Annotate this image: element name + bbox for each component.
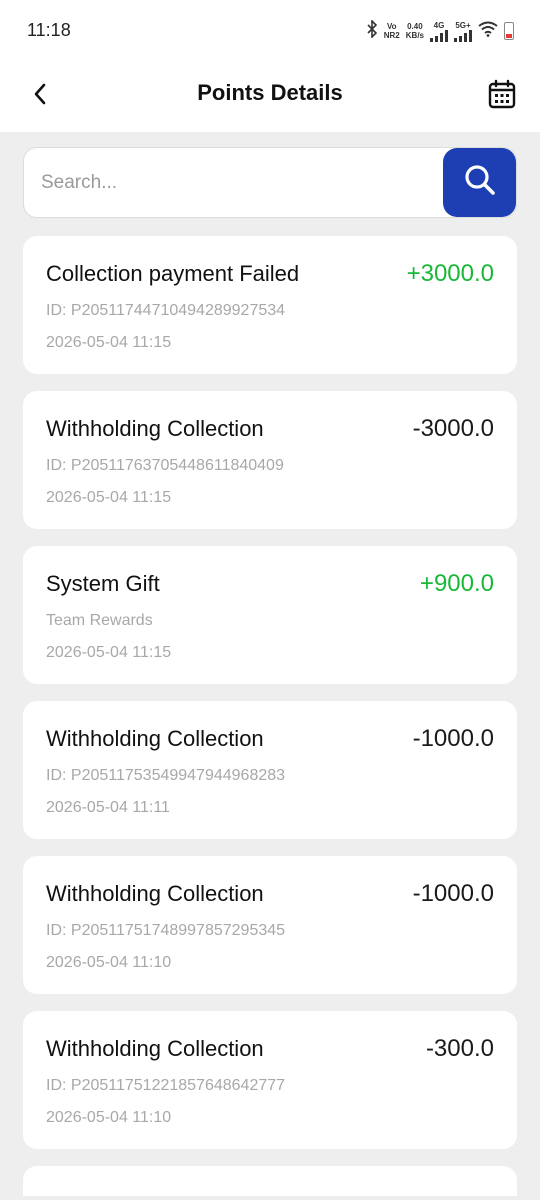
list-item[interactable]: Collection payment Failed +3000.0 ID: P2…	[23, 236, 517, 374]
record-title: Withholding Collection	[46, 1036, 264, 1061]
points-list: Collection payment Failed +3000.0 ID: P2…	[23, 236, 517, 1196]
status-time: 11:18	[27, 20, 71, 40]
record-title: Collection payment Failed	[46, 261, 300, 286]
record-id: ID: P20511751748997857295345	[46, 922, 286, 939]
volte-indicator: Vo NR2	[384, 22, 400, 40]
list-item[interactable]: Withholding Collection -300.0 ID: P20511…	[23, 1011, 517, 1149]
record-id: ID: P20511751221857648642777	[46, 1077, 286, 1094]
signal-4g: 4G	[430, 21, 448, 42]
record-amount: +3000.0	[406, 260, 494, 287]
record-time: 2026-05-04 11:10	[46, 1109, 172, 1126]
list-item-partial[interactable]	[23, 1166, 517, 1196]
signal-bars-icon	[430, 29, 448, 42]
app-header: Points Details	[0, 60, 540, 132]
record-time: 2026-05-04 11:15	[46, 644, 172, 661]
nr-label: NR2	[383, 31, 400, 40]
search-icon	[463, 163, 497, 202]
record-amount: -3000.0	[412, 415, 494, 442]
battery-icon	[504, 22, 514, 40]
speed-value: 0.40	[407, 22, 423, 31]
signal-5g: 5G+	[454, 21, 472, 42]
record-time: 2026-05-04 11:10	[46, 954, 172, 971]
search-input[interactable]	[41, 148, 431, 217]
status-bar: 11:18 Vo NR2 0.40 KB/s 4G 5G+	[0, 0, 540, 60]
network-speed: 0.40 KB/s	[406, 22, 424, 40]
record-title: Withholding Collection	[46, 881, 264, 906]
record-id: ID: P20511753549947944968283	[46, 767, 286, 784]
record-amount: -300.0	[425, 1035, 494, 1062]
list-item[interactable]: Withholding Collection -1000.0 ID: P2051…	[23, 856, 517, 994]
record-description: Team Rewards	[46, 612, 153, 629]
wifi-icon	[478, 21, 498, 42]
signal-5g-label: 5G+	[455, 20, 471, 30]
speed-unit: KB/s	[405, 31, 424, 40]
record-time: 2026-05-04 11:15	[46, 489, 172, 506]
list-item[interactable]: System Gift +900.0 Team Rewards 2026-05-…	[23, 546, 517, 684]
calendar-button[interactable]	[482, 76, 522, 116]
signal-4g-label: 4G	[433, 20, 445, 30]
list-item[interactable]: Withholding Collection -3000.0 ID: P2051…	[23, 391, 517, 529]
list-item[interactable]: Withholding Collection -1000.0 ID: P2051…	[23, 701, 517, 839]
volte-label: Vo	[386, 22, 397, 31]
search-button[interactable]	[443, 148, 516, 217]
record-time: 2026-05-04 11:15	[46, 334, 172, 351]
record-title: Withholding Collection	[46, 726, 264, 751]
signal-bars-icon	[454, 29, 472, 42]
record-title: System Gift	[46, 571, 160, 596]
search-bar	[23, 147, 517, 218]
status-icons: Vo NR2 0.40 KB/s 4G 5G+	[366, 18, 514, 44]
record-id: ID: P20511744710494289927534	[46, 302, 286, 319]
page-title: Points Details	[197, 80, 343, 105]
bluetooth-icon	[366, 18, 378, 43]
calendar-icon	[488, 79, 516, 114]
record-title: Withholding Collection	[46, 416, 264, 441]
record-amount: -1000.0	[412, 880, 494, 907]
record-id: ID: P20511763705448611840409	[46, 457, 284, 474]
record-amount: -1000.0	[412, 725, 494, 752]
record-time: 2026-05-04 11:11	[46, 799, 170, 816]
record-amount: +900.0	[419, 570, 494, 597]
